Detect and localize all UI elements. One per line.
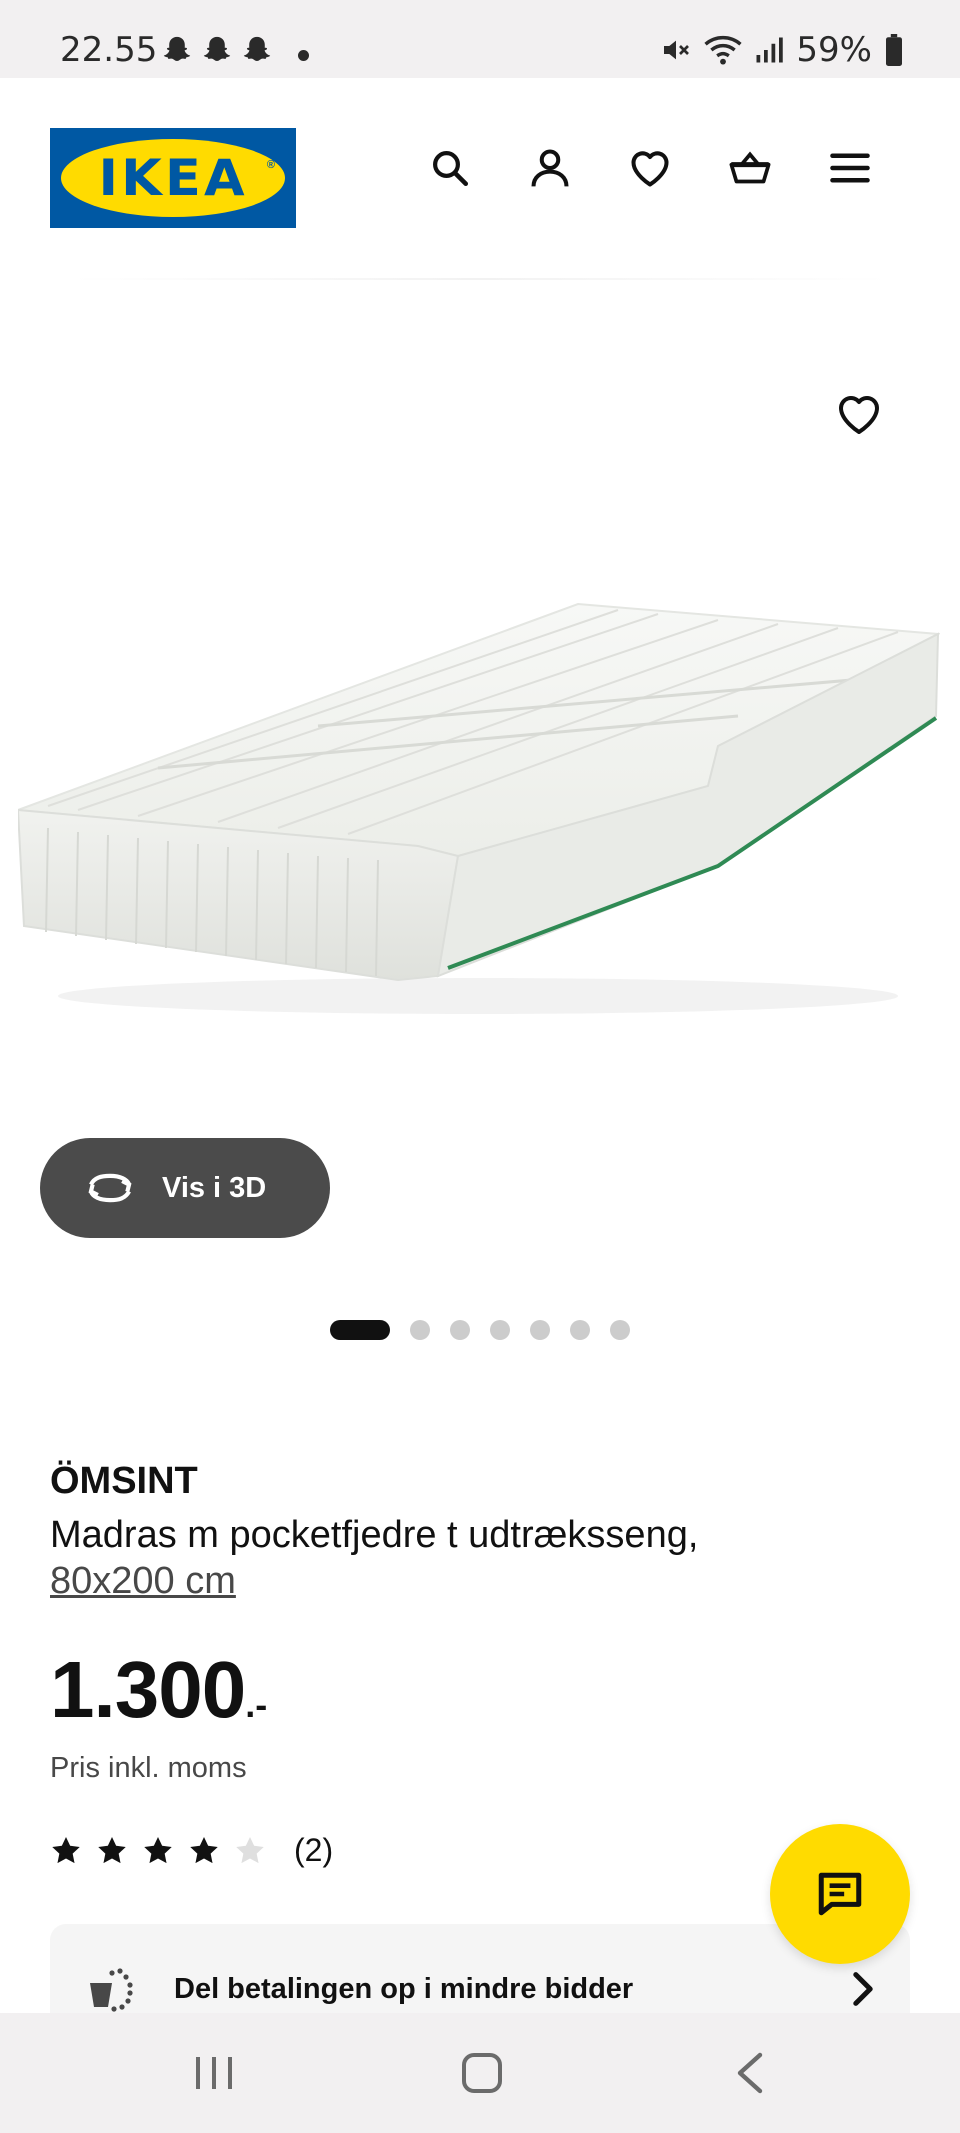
- rotate-3d-icon: [88, 1173, 132, 1203]
- carousel-dot[interactable]: [530, 1320, 550, 1340]
- mute-icon: [664, 40, 690, 60]
- snapchat-icon: [243, 36, 271, 62]
- product-name: ÖMSINT: [50, 1460, 198, 1502]
- price-note: Pris inkl. moms: [50, 1752, 247, 1784]
- product-size-link[interactable]: 80x200 cm: [50, 1560, 236, 1603]
- logo-oval: IKEA ®: [61, 139, 285, 217]
- carousel-dot[interactable]: [450, 1320, 470, 1340]
- signal-icon: [756, 37, 784, 63]
- chevron-right-icon: [853, 1972, 873, 2006]
- star-icon-filled: [190, 1836, 218, 1863]
- status-time: 22.55: [60, 30, 158, 70]
- carousel-indicators: [330, 1320, 630, 1340]
- favorites-button[interactable]: [628, 146, 672, 190]
- system-nav-bar: [0, 2013, 960, 2133]
- product-rating[interactable]: (2): [50, 1832, 333, 1869]
- recent-apps-icon: [196, 2057, 232, 2089]
- star-icon-empty: [236, 1836, 264, 1863]
- heart-icon: [839, 396, 879, 434]
- product-description: Madras m pocketfjedre t udtræksseng,: [50, 1514, 699, 1556]
- notification-icons: [160, 34, 274, 68]
- basket-icon: [729, 151, 771, 184]
- search-button[interactable]: [428, 146, 472, 190]
- snapchat-icon: [163, 36, 191, 62]
- payment-split-icon: [90, 1968, 133, 2012]
- view-in-3d-button[interactable]: Vis i 3D: [40, 1138, 330, 1238]
- ikea-logo[interactable]: IKEA ®: [50, 128, 296, 228]
- installment-payment-label: Del betalingen op i mindre bidder: [174, 1972, 634, 2005]
- carousel-dot[interactable]: [410, 1320, 430, 1340]
- snapchat-icon: [203, 36, 231, 62]
- back-icon: [737, 2052, 763, 2094]
- price-suffix: .-: [245, 1684, 268, 1725]
- add-to-favorites-button[interactable]: [834, 390, 884, 440]
- battery-percent: 59%: [796, 30, 872, 70]
- search-icon: [433, 151, 469, 187]
- home-icon: [462, 2053, 502, 2093]
- account-button[interactable]: [528, 146, 572, 190]
- back-button[interactable]: [720, 2043, 780, 2103]
- carousel-dot[interactable]: [610, 1320, 630, 1340]
- carousel-dot[interactable]: [490, 1320, 510, 1340]
- product-image-carousel[interactable]: Vis i 3D: [0, 280, 960, 1340]
- status-bar: 22.55 59%: [0, 0, 960, 78]
- header-actions: [428, 146, 872, 190]
- view-in-3d-label: Vis i 3D: [162, 1171, 267, 1204]
- battery-icon: [886, 34, 902, 66]
- logo-text: IKEA: [98, 149, 248, 207]
- heart-icon: [631, 151, 669, 187]
- star-icon-filled: [98, 1836, 126, 1863]
- recent-apps-button[interactable]: [184, 2043, 244, 2103]
- menu-button[interactable]: [828, 146, 872, 190]
- home-button[interactable]: [452, 2043, 512, 2103]
- star-icon-filled: [52, 1836, 80, 1863]
- price-amount: 1.300: [50, 1645, 246, 1734]
- mattress-image: [18, 602, 940, 1014]
- wifi-icon: [704, 35, 743, 65]
- carousel-dot[interactable]: [570, 1320, 590, 1340]
- site-header: IKEA ®: [0, 78, 960, 278]
- notification-dot: [298, 50, 309, 61]
- rating-count: (2): [294, 1832, 334, 1868]
- star-icon-filled: [144, 1836, 172, 1863]
- status-indicators: 59%: [660, 30, 904, 70]
- carousel-dot-active[interactable]: [330, 1320, 390, 1340]
- basket-button[interactable]: [728, 146, 772, 190]
- chat-icon: [818, 1872, 862, 1916]
- product-price: 1.300 .-: [50, 1644, 267, 1736]
- menu-icon: [830, 153, 870, 183]
- logo-registered-mark: ®: [266, 159, 275, 171]
- chat-button[interactable]: [770, 1824, 910, 1964]
- account-icon: [531, 149, 569, 187]
